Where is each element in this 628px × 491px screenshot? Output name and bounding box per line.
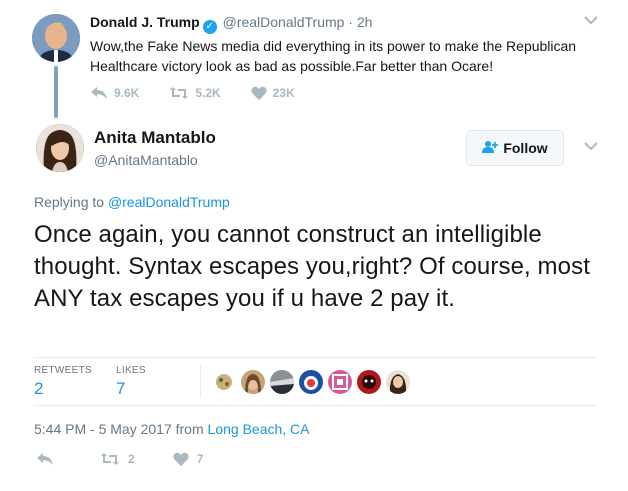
retweet-count: 2 xyxy=(128,452,135,466)
heart-icon xyxy=(251,86,267,100)
liker-avatar[interactable] xyxy=(299,370,323,394)
parent-avatar[interactable] xyxy=(32,14,80,62)
likes-count: 7 xyxy=(116,379,126,398)
chevron-down-icon[interactable] xyxy=(584,12,598,28)
liker-avatar[interactable] xyxy=(386,370,410,394)
liker-avatar[interactable] xyxy=(328,370,352,394)
liker-avatar[interactable] xyxy=(357,370,381,394)
tweet-actions: 2 7 xyxy=(36,452,241,466)
likes-label: LIKES xyxy=(116,365,146,376)
retweets-label: RETWEETS xyxy=(34,365,92,376)
retweet-icon xyxy=(170,87,189,99)
tweet-timestamp: 5:44 PM - 5 May 2017 from Long Beach, CA xyxy=(34,421,310,437)
parent-tweet-text: Wow,the Fake News media did everything i… xyxy=(90,38,577,74)
reply-icon xyxy=(91,87,107,99)
likes-stat[interactable]: LIKES 7 xyxy=(116,365,146,399)
verified-badge-icon: ✓ xyxy=(202,20,217,34)
liker-avatar[interactable] xyxy=(270,370,294,394)
parent-retweet-count: 5.2K xyxy=(195,86,221,100)
chevron-down-icon[interactable] xyxy=(584,138,598,154)
reply-icon xyxy=(37,453,53,465)
thread-line xyxy=(54,66,58,118)
like-count: 7 xyxy=(196,452,204,466)
parent-actions: 9.6K 5.2K 23K xyxy=(90,86,325,100)
reply-button[interactable] xyxy=(36,452,62,466)
replying-to: Replying to @realDonaldTrump xyxy=(34,194,230,210)
follow-label: Follow xyxy=(503,140,548,156)
parent-retweet-button[interactable]: 5.2K xyxy=(169,86,221,100)
liker-avatar[interactable] xyxy=(241,370,265,394)
liker-avatar[interactable] xyxy=(212,370,236,394)
parent-like-button[interactable]: 23K xyxy=(251,86,295,100)
author-handle[interactable]: @AnitaMantablo xyxy=(94,152,198,168)
retweets-count: 2 xyxy=(34,379,44,398)
separator-dot: · xyxy=(348,14,353,30)
parent-reply-count: 9.6K xyxy=(114,86,140,100)
retweet-button[interactable]: 2 xyxy=(100,452,135,466)
tweet-text: Once again, you cannot construct an inte… xyxy=(34,221,590,312)
author-avatar[interactable] xyxy=(36,124,84,172)
parent-like-count: 23K xyxy=(272,86,295,100)
divider xyxy=(200,364,201,398)
follow-button[interactable]: Follow xyxy=(466,130,564,166)
parent-reply-button[interactable]: 9.6K xyxy=(90,86,139,100)
parent-timestamp[interactable]: 2h xyxy=(357,14,373,30)
author-name[interactable]: Anita Mantablo xyxy=(94,128,216,148)
replying-to-prefix: Replying to xyxy=(34,194,105,210)
timestamp-text: 5:44 PM - 5 May 2017 from xyxy=(34,421,204,437)
retweets-stat[interactable]: RETWEETS 2 xyxy=(34,365,92,399)
tweet-author: Anita Mantablo @AnitaMantablo Follow xyxy=(36,124,598,176)
location-link[interactable]: Long Beach, CA xyxy=(208,421,310,437)
parent-tweet[interactable]: Donald J. Trump ✓ @realDonaldTrump · 2h W… xyxy=(0,0,628,118)
divider xyxy=(34,405,596,406)
parent-author-name[interactable]: Donald J. Trump xyxy=(90,14,200,30)
like-button[interactable]: 7 xyxy=(173,452,204,466)
parent-header: Donald J. Trump ✓ @realDonaldTrump · 2h xyxy=(90,14,372,34)
parent-author-handle[interactable]: @realDonaldTrump xyxy=(223,14,345,30)
heart-icon xyxy=(173,452,189,466)
replying-to-link[interactable]: @realDonaldTrump xyxy=(108,194,230,210)
retweet-icon xyxy=(101,453,119,465)
add-user-icon xyxy=(482,140,499,156)
tweet-stats: RETWEETS 2 LIKES 7 xyxy=(34,358,596,404)
